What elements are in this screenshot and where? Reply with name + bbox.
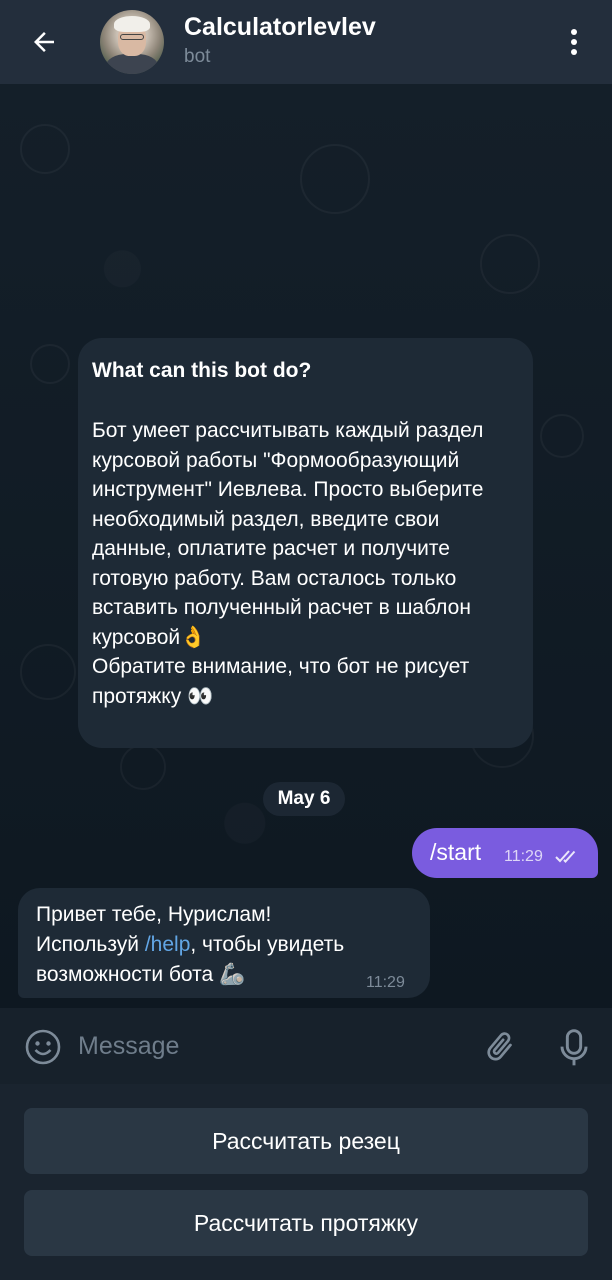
incoming-line-1: Привет тебе, Нурислам! — [36, 903, 272, 926]
incoming-line-3: возможности бота 🦾 — [36, 963, 246, 986]
message-input[interactable] — [78, 1026, 458, 1066]
outgoing-message-time: 11:29 — [504, 848, 543, 865]
chat-messages-area[interactable]: What can this bot do? Бот умеет рассчиты… — [0, 84, 612, 1008]
bot-description-text: Бот умеет рассчитывать каждый раздел кур… — [92, 419, 484, 708]
bot-description-title: What can this bot do? — [92, 359, 312, 382]
back-arrow-icon — [34, 32, 54, 52]
incoming-line-2-prefix: Используй — [36, 933, 145, 956]
double-check-icon — [555, 850, 576, 863]
calculate-broach-button[interactable]: Рассчитать протяжку — [24, 1190, 588, 1256]
message-composer — [0, 1008, 612, 1084]
chat-subtitle: bot — [184, 46, 211, 67]
incoming-message-text: Привет тебе, Нурислам! Используй /help, … — [36, 900, 416, 990]
bot-avatar[interactable] — [100, 10, 164, 74]
back-button[interactable] — [24, 22, 64, 62]
more-menu-button[interactable] — [560, 26, 588, 58]
chat-title: Calculatorlevlev — [184, 13, 376, 41]
incoming-message-time: 11:29 — [366, 974, 405, 991]
outgoing-message-text: /start — [430, 839, 482, 865]
paperclip-icon[interactable] — [482, 1028, 518, 1066]
microphone-icon[interactable] — [558, 1028, 590, 1068]
incoming-message[interactable]: Привет тебе, Нурислам! Используй /help, … — [18, 888, 430, 998]
calculate-cutter-button[interactable]: Рассчитать резец — [24, 1108, 588, 1174]
outgoing-message[interactable]: /start 11:29 — [412, 828, 598, 878]
bot-reply-keyboard: Рассчитать резец Рассчитать протяжку — [0, 1084, 612, 1280]
chat-title-block[interactable]: Calculatorlevlev bot — [184, 12, 376, 70]
chat-header: Calculatorlevlev bot — [0, 0, 612, 84]
help-command-link[interactable]: /help — [145, 933, 191, 956]
more-vertical-icon — [571, 29, 577, 35]
date-separator: May 6 — [263, 782, 345, 816]
incoming-line-2-suffix: , чтобы увидеть — [190, 933, 345, 956]
bot-description-bubble: What can this bot do? Бот умеет рассчиты… — [78, 338, 533, 748]
emoji-icon[interactable] — [24, 1028, 62, 1066]
